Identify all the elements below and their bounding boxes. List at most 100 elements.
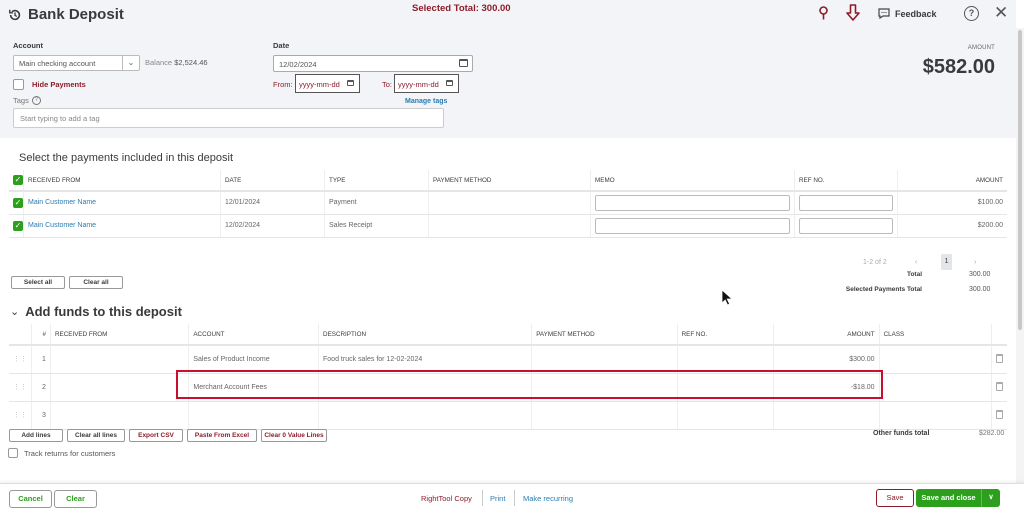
page-1-button[interactable]: 1 — [941, 254, 953, 270]
row-checkbox-cell[interactable]: ✓ — [9, 191, 24, 215]
col-ref-no[interactable]: REF NO. — [794, 170, 898, 192]
ref-no-cell[interactable] — [677, 401, 775, 430]
drag-handle-icon[interactable]: ⋮⋮ — [9, 345, 32, 374]
prev-page-button[interactable]: ‹ — [915, 259, 917, 266]
ref-no-cell[interactable] — [677, 345, 775, 374]
payment-method-cell[interactable] — [428, 214, 591, 238]
clear-all-button[interactable]: Clear all — [69, 276, 123, 289]
col-received-from[interactable]: RECEIVED FROM — [50, 324, 190, 346]
row-checkbox-cell[interactable]: ✓ — [9, 214, 24, 238]
trash-icon[interactable] — [996, 409, 1003, 419]
track-returns-label[interactable]: Track returns for customers — [24, 449, 115, 458]
select-all-checkbox[interactable]: ✓ — [13, 175, 23, 185]
col-ref-no[interactable]: REF NO. — [677, 324, 775, 346]
drag-handle-icon[interactable]: ⋮⋮ — [9, 401, 32, 430]
col-class[interactable]: CLASS — [879, 324, 993, 346]
payment-method-cell[interactable] — [531, 345, 678, 374]
vertical-scrollbar[interactable] — [1016, 28, 1024, 488]
amount-cell[interactable] — [773, 401, 880, 430]
col-account[interactable]: ACCOUNT — [188, 324, 320, 346]
drag-handle-icon[interactable]: ⋮⋮ — [9, 373, 32, 402]
memo-input[interactable] — [595, 194, 790, 211]
add-funds-header[interactable]: ⌄ Add funds to this deposit — [10, 304, 182, 319]
account-select[interactable]: Main checking account ⌄ — [13, 55, 140, 71]
received-from-cell[interactable] — [50, 345, 190, 374]
date-input[interactable]: 12/02/2024 — [273, 55, 473, 72]
row-checkbox[interactable]: ✓ — [13, 197, 23, 208]
hide-payments-checkbox[interactable] — [13, 79, 24, 90]
payment-method-cell[interactable] — [531, 373, 678, 402]
account-cell[interactable]: Sales of Product Income — [188, 345, 320, 374]
feedback-button[interactable]: Feedback — [878, 8, 937, 19]
description-cell[interactable] — [318, 373, 533, 402]
download-arrow-icon[interactable] — [846, 4, 860, 21]
col-payment-method[interactable]: PAYMENT METHOD — [428, 170, 591, 192]
received-from-link[interactable]: Main Customer Name — [23, 191, 221, 215]
next-page-button[interactable]: › — [974, 259, 976, 266]
export-csv-button[interactable]: Export CSV — [129, 429, 183, 442]
account-cell[interactable] — [188, 401, 320, 430]
class-cell[interactable] — [879, 345, 993, 374]
tags-label-wrap: Tags ? — [13, 96, 41, 105]
make-recurring-link[interactable]: Make recurring — [523, 494, 573, 503]
cancel-button[interactable]: Cancel — [9, 490, 52, 508]
memo-cell — [590, 214, 795, 238]
calendar-icon[interactable] — [347, 80, 354, 86]
ref-no-cell[interactable] — [677, 373, 775, 402]
pin-icon[interactable] — [818, 6, 829, 20]
clear-all-lines-button[interactable]: Clear all lines — [67, 429, 125, 442]
description-cell[interactable] — [318, 401, 533, 430]
trash-icon[interactable] — [996, 381, 1003, 391]
payment-method-cell[interactable] — [531, 401, 678, 430]
close-icon[interactable]: ✕ — [994, 3, 1008, 23]
col-type[interactable]: TYPE — [324, 170, 429, 192]
col-memo[interactable]: MEMO — [590, 170, 795, 192]
col-amount[interactable]: AMOUNT — [897, 170, 1007, 192]
history-icon[interactable] — [8, 8, 22, 22]
class-cell[interactable] — [879, 401, 993, 430]
memo-input[interactable] — [595, 217, 790, 234]
add-lines-button[interactable]: Add lines — [9, 429, 63, 442]
tags-help-icon[interactable]: ? — [31, 96, 41, 105]
save-button[interactable]: Save — [876, 489, 914, 507]
tags-input[interactable]: Start typing to add a tag — [13, 108, 444, 128]
calendar-icon[interactable] — [446, 80, 453, 86]
row-checkbox[interactable]: ✓ — [13, 220, 23, 231]
chevron-down-icon[interactable]: ⌄ — [122, 56, 139, 70]
manage-tags-link[interactable]: Manage tags — [405, 98, 447, 105]
clear-zero-value-lines-button[interactable]: Clear 0 Value Lines — [261, 429, 327, 442]
ref-no-input[interactable] — [799, 194, 893, 211]
received-from-link[interactable]: Main Customer Name — [23, 214, 221, 238]
calendar-icon[interactable] — [459, 59, 468, 67]
chevron-down-icon[interactable]: ⌄ — [10, 305, 19, 318]
col-description[interactable]: DESCRIPTION — [318, 324, 533, 346]
save-and-close-button[interactable]: Save and close — [916, 489, 982, 507]
class-cell[interactable] — [879, 373, 993, 402]
hide-payments-label[interactable]: Hide Payments — [32, 80, 86, 89]
save-options-dropdown[interactable]: ∨ — [982, 489, 1000, 507]
description-cell[interactable]: Food truck sales for 12-02-2024 — [318, 345, 533, 374]
print-link[interactable]: Print — [490, 494, 505, 503]
scrollbar-thumb[interactable] — [1018, 30, 1022, 330]
track-returns-checkbox[interactable] — [8, 448, 18, 458]
col-received-from[interactable]: RECEIVED FROM — [23, 170, 221, 192]
clear-button[interactable]: Clear — [54, 490, 97, 508]
received-from-cell[interactable] — [50, 373, 190, 402]
righttool-copy-link[interactable]: RightTool Copy — [421, 494, 472, 503]
col-payment-method[interactable]: PAYMENT METHOD — [531, 324, 678, 346]
trash-icon[interactable] — [996, 353, 1003, 363]
account-cell[interactable]: Merchant Account Fees — [188, 373, 320, 402]
to-date-input[interactable]: yyyy-mm-dd — [394, 74, 459, 93]
received-from-cell[interactable] — [50, 401, 190, 430]
amount-cell[interactable]: $300.00 — [773, 345, 880, 374]
ref-no-input[interactable] — [799, 217, 893, 234]
select-all-checkbox-cell[interactable]: ✓ — [9, 170, 24, 192]
col-amount[interactable]: AMOUNT — [773, 324, 880, 346]
paste-from-excel-button[interactable]: Paste From Excel — [187, 429, 257, 442]
select-all-button[interactable]: Select all — [11, 276, 65, 289]
payment-method-cell[interactable] — [428, 191, 591, 215]
from-date-input[interactable]: yyyy-mm-dd — [295, 74, 360, 93]
col-date[interactable]: DATE — [220, 170, 325, 192]
help-icon[interactable]: ? — [964, 6, 979, 21]
amount-cell[interactable]: -$18.00 — [773, 373, 880, 402]
